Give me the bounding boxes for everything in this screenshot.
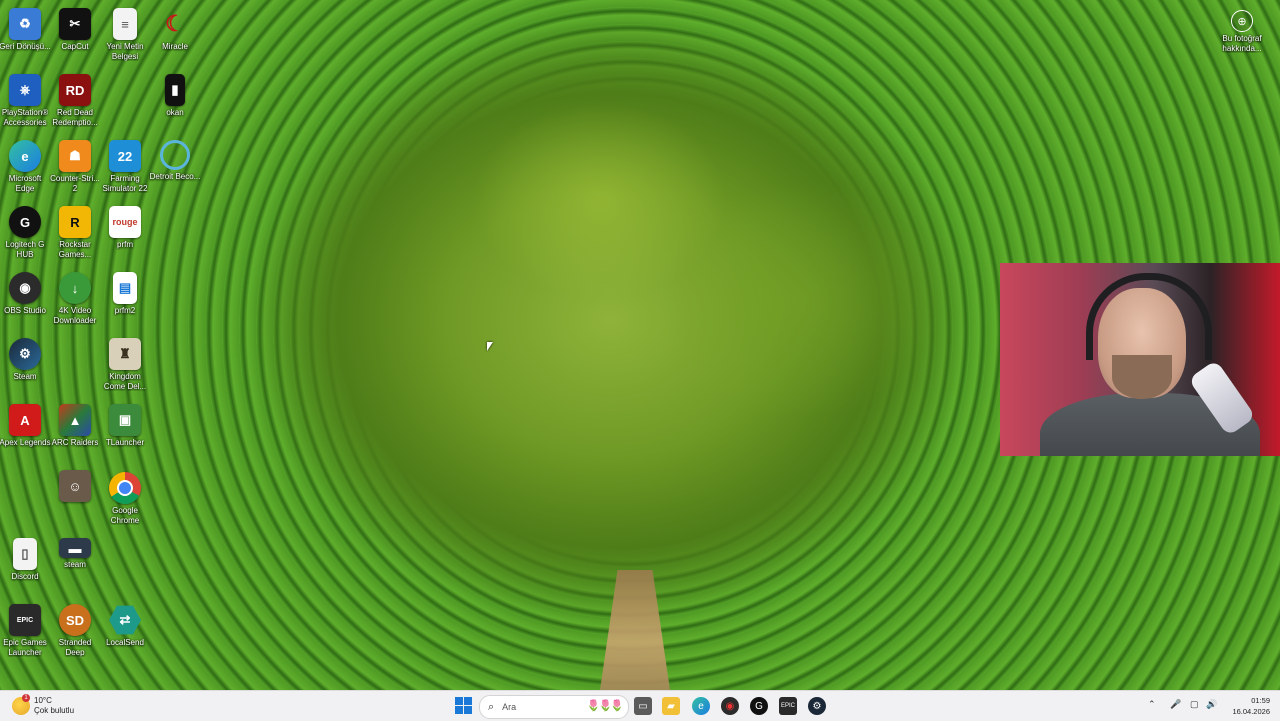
mouse-cursor-icon [487, 342, 493, 351]
red-dead-icon: RD [59, 74, 91, 106]
desktop-icon-miracle[interactable]: ☾ Miracle [150, 8, 200, 74]
counter-strike-icon: ☗ [59, 140, 91, 172]
headset-icon [1086, 273, 1212, 360]
windows-logo-icon [455, 697, 463, 705]
rockstar-icon: R [59, 206, 91, 238]
system-clock[interactable]: 01:59 16.04.2026 [1218, 695, 1270, 717]
about-this-photo[interactable]: ⊕ Bu fotoğraf hakkında... [1214, 10, 1270, 62]
farming-simulator-icon: 22 [109, 140, 141, 172]
tlauncher-icon: ▣ [109, 404, 141, 436]
desktop-icon-microsoft-edge[interactable]: e Microsoft Edge [0, 140, 50, 206]
detroit-icon [160, 140, 190, 170]
camera-icon: ⊕ [1231, 10, 1253, 32]
notification-badge: 1 [22, 694, 30, 702]
epic-games-icon: EPIC [9, 604, 41, 636]
discord-file-icon: ▯ [13, 538, 37, 570]
network-icon[interactable]: ▢ [1190, 699, 1199, 710]
desktop-icon-playstation-accessories[interactable]: ⎈ PlayStation® Accessories [0, 74, 50, 140]
desktop-icon-steam-shortcut[interactable]: ▬ steam [50, 538, 100, 604]
search-icon: ⌕ [488, 700, 495, 713]
epic-games-taskbar-icon[interactable]: EPIC [779, 697, 797, 715]
stranded-deep-icon: SD [59, 604, 91, 636]
obs-taskbar-icon[interactable]: ◉ [721, 697, 739, 715]
desktop-icon-rockstar-games[interactable]: R Rockstar Games... [50, 206, 100, 272]
about-photo-label: Bu fotoğraf hakkında... [1222, 34, 1262, 53]
text-file-icon: ≡ [113, 8, 137, 40]
clock-time: 01:59 [1251, 696, 1270, 705]
edge-icon: e [9, 140, 41, 172]
chrome-icon [109, 472, 141, 504]
desktop-icon-discord[interactable]: ▯ Discord [0, 538, 50, 604]
document-icon: ▤ [113, 272, 137, 304]
playstation-icon: ⎈ [9, 74, 41, 106]
tulips-highlight-icon: 🌷🌷🌷 [586, 700, 624, 712]
capcut-icon: ✂ [59, 8, 91, 40]
taskbar-search[interactable]: ⌕ Ara 🌷🌷🌷 [479, 695, 629, 719]
webcam-person-beard [1112, 355, 1172, 399]
desktop-icon-tlauncher[interactable]: ▣ TLauncher [100, 404, 150, 470]
weather-temperature: 10°C [34, 696, 52, 705]
steam-icon: ⚙ [9, 338, 41, 370]
desktop-icon-prfm[interactable]: rouge prfm [100, 206, 150, 272]
task-view-icon[interactable]: ▭ [634, 697, 652, 715]
volume-icon[interactable]: 🔊 [1206, 699, 1217, 710]
taskbar: 1 10°C Çok bulutlu ⌕ Ara 🌷🌷🌷 ▭ ▰ e ◉ G E… [0, 690, 1280, 721]
desktop-icon-localsend[interactable]: ⇄ LocalSend [100, 604, 150, 670]
desktop-icon-apex-legends[interactable]: A Apex Legends [0, 404, 51, 470]
desktop-icon-red-dead-redemption[interactable]: RD Red Dead Redemptio... [50, 74, 100, 140]
logitech-taskbar-icon[interactable]: G [750, 697, 768, 715]
desktop-icon-epic-games[interactable]: EPIC Epic Games Launcher [0, 604, 50, 670]
desktop-icon-obs-studio[interactable]: ◉ OBS Studio [0, 272, 50, 338]
file-explorer-icon[interactable]: ▰ [662, 697, 680, 715]
chevron-up-icon[interactable]: ⌃ [1148, 699, 1156, 710]
steam-taskbar-icon[interactable]: ⚙ [808, 697, 826, 715]
kingdom-come-icon: ♜ [109, 338, 141, 370]
desktop-icon-okan[interactable]: ▮ okan [150, 74, 200, 140]
steam-shortcut-icon: ▬ [59, 538, 91, 558]
desktop-icon-person-photo[interactable]: ☺ [50, 470, 100, 536]
obs-icon: ◉ [9, 272, 41, 304]
prfm-icon: rouge [109, 206, 141, 238]
recycle-bin-icon: ♻ [9, 8, 41, 40]
miracle-icon: ☾ [165, 11, 185, 36]
desktop-icon-logitech-g-hub[interactable]: G Logitech G HUB [0, 206, 50, 272]
edge-taskbar-icon[interactable]: e [692, 697, 710, 715]
desktop-icon-steam[interactable]: ⚙ Steam [0, 338, 50, 404]
desktop-icon-detroit-become-human[interactable]: Detroit Beco... [150, 140, 200, 206]
desktop-icon-prfm2[interactable]: ▤ prfm2 [100, 272, 150, 338]
apex-icon: A [9, 404, 41, 436]
weather-widget[interactable]: 1 10°C Çok bulutlu [12, 694, 74, 718]
desktop-icon-google-chrome[interactable]: Google Chrome [100, 472, 150, 538]
desktop-icon-arc-raiders[interactable]: ▲ ARC Raiders [50, 404, 100, 470]
video-downloader-icon: ↓ [59, 272, 91, 304]
desktop-icon-recycle-bin[interactable]: ♻ Geri Dönüşü... [0, 8, 51, 74]
desktop-icon-new-text-document[interactable]: ≡ Yeni Metin Belgesi [100, 8, 150, 74]
webcam-overlay [1000, 263, 1280, 456]
localsend-icon: ⇄ [109, 605, 141, 635]
start-button[interactable] [455, 697, 473, 715]
person-photo-icon: ☺ [59, 470, 91, 502]
clock-date: 16.04.2026 [1232, 707, 1270, 716]
microphone-tray-icon[interactable]: 🎤 [1170, 699, 1181, 710]
weather-sun-icon: 1 [12, 694, 30, 715]
desktop-icon-4k-video-downloader[interactable]: ↓ 4K Video Downloader [50, 272, 100, 338]
desktop-icon-capcut[interactable]: ✂ CapCut [50, 8, 100, 74]
logitech-icon: G [9, 206, 41, 238]
desktop-icon-farming-simulator-22[interactable]: 22 Farming Simulator 22 [100, 140, 150, 206]
desktop-icon-counter-strike-2[interactable]: ☗ Counter-Stri... 2 [50, 140, 100, 206]
search-placeholder: Ara [502, 702, 517, 712]
arc-raiders-icon: ▲ [59, 404, 91, 436]
phone-icon: ▮ [165, 74, 185, 106]
desktop-icon-stranded-deep[interactable]: SD Stranded Deep [50, 604, 100, 670]
weather-description: Çok bulutlu [34, 706, 75, 715]
desktop-icon-kingdom-come[interactable]: ♜ Kingdom Come Del... [100, 338, 150, 404]
